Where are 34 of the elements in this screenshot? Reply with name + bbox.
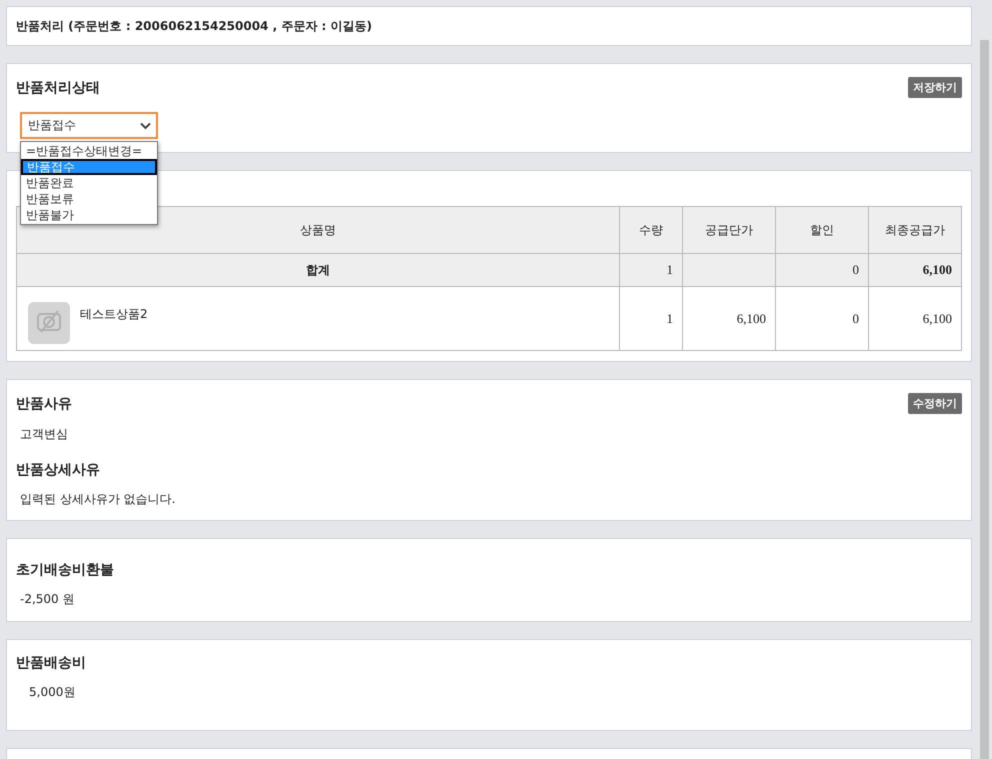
column-header: 할인 [776,206,868,254]
page-title: 반품처리 (주문번호 : 2006062154250004 , 주문자 : 이길동) [16,18,372,34]
column-header: 최종공급가 [868,206,962,254]
detail-text: 입력된 상세사유가 없습니다. [19,491,176,508]
section-title: 초기배송비환불 [16,561,114,579]
table-cell: 0 [776,254,868,286]
table-cell: 6,100 [682,286,776,350]
edit-button[interactable]: 수정하기 [908,393,962,414]
reason-text: 고객변심 [19,426,69,443]
column-header: 공급단가 [682,206,776,254]
section-title: 반품사유 [16,394,72,412]
total-label: 합계 [16,254,620,286]
status-select[interactable]: 반품접수 [20,112,158,139]
shipping-fee: 5,000원 [28,684,76,701]
section-title: 반품배송비 [16,654,86,672]
table-cell: 0 [776,286,868,350]
dropdown-option[interactable]: 반품보류 [21,191,157,207]
table-cell: 6,100 [868,254,962,286]
dropdown-option[interactable]: 반품완료 [21,175,157,191]
dropdown-option[interactable]: 반품불가 [21,207,157,223]
column-header: 수량 [620,206,682,254]
select-value: 반품접수 [28,117,76,134]
no-image-icon [28,302,70,344]
save-button[interactable]: 저장하기 [908,77,962,98]
table-cell: 1 [620,286,682,350]
table-cell: 6,100 [868,286,962,350]
section-title: 반품처리상태 [16,78,100,96]
refund-amount: -2,500 원 [19,591,76,608]
scrollbar-thumb[interactable] [980,40,989,759]
chevron-down-icon [140,122,151,130]
table-cell: 1 [620,254,682,286]
section-title: 반품상세사유 [16,461,100,479]
product-name[interactable]: 테스트상품2 [80,306,148,322]
dropdown-option[interactable]: =반품접수상태변경= [21,143,157,159]
